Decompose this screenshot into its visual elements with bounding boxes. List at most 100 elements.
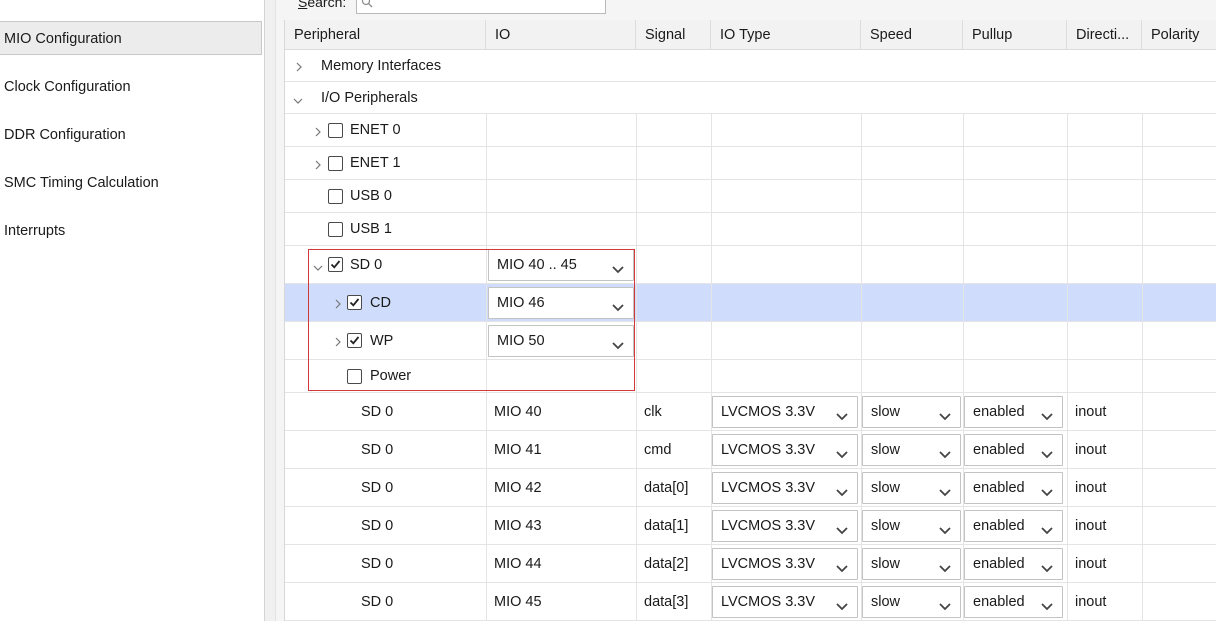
table-row[interactable]: SD 0 MIO 41 cmd LVCMOS 3.3V slow enabled inout — [285, 431, 1216, 469]
peripheral-row-cd[interactable]: CD MIO 46 — [285, 284, 1216, 322]
pin-peripheral: SD 0 — [361, 442, 394, 458]
speed-dropdown[interactable]: slow — [862, 510, 961, 542]
chevron-down-icon — [939, 446, 951, 462]
sd0-io-dropdown[interactable]: MIO 40 .. 45 — [488, 249, 634, 281]
nav-ddr-configuration[interactable]: DDR Configuration — [0, 118, 262, 152]
chevron-down-icon[interactable] — [313, 261, 323, 275]
column-divider — [711, 284, 712, 322]
speed-dropdown[interactable]: slow — [862, 434, 961, 466]
chevron-down-icon — [1041, 446, 1053, 462]
table-row[interactable]: SD 0 MIO 44 data[2] LVCMOS 3.3V slow enabled i… — [285, 545, 1216, 583]
column-header-io-type[interactable]: IO Type — [711, 20, 861, 50]
chevron-down-icon — [939, 522, 951, 538]
peripheral-checkbox[interactable] — [328, 155, 343, 171]
pin-io: MIO 40 — [494, 404, 542, 420]
column-divider — [1067, 284, 1068, 322]
nav-clock-configuration[interactable]: Clock Configuration — [0, 70, 262, 104]
column-header-speed[interactable]: Speed — [861, 20, 963, 50]
peripheral-checkbox[interactable] — [328, 221, 343, 237]
wp-io-dropdown[interactable]: MIO 50 — [488, 325, 634, 357]
wp-checkbox[interactable] — [347, 333, 362, 348]
column-header-polarity[interactable]: Polarity — [1142, 20, 1216, 50]
column-divider — [1067, 469, 1068, 507]
group-row-io-peripherals[interactable]: I/O Peripherals — [285, 82, 1216, 114]
pin-signal: clk — [644, 404, 662, 420]
column-divider — [636, 114, 637, 147]
pullup-dropdown[interactable]: enabled — [964, 586, 1063, 618]
chevron-right-icon[interactable] — [334, 298, 342, 312]
search-input[interactable] — [356, 0, 606, 14]
peripheral-name: ENET 0 — [350, 122, 401, 138]
io-type-dropdown[interactable]: LVCMOS 3.3V — [712, 510, 858, 542]
column-divider — [486, 147, 487, 180]
pin-io: MIO 41 — [494, 442, 542, 458]
speed-dropdown[interactable]: slow — [862, 396, 961, 428]
pin-direction: inout — [1075, 442, 1107, 458]
chevron-right-icon[interactable] — [295, 61, 303, 75]
table-row[interactable]: SD 0 MIO 45 data[3] LVCMOS 3.3V slow enabled i… — [285, 583, 1216, 621]
peripheral-name: USB 0 — [350, 188, 392, 204]
io-type-dropdown[interactable]: LVCMOS 3.3V — [712, 396, 858, 428]
pullup-dropdown[interactable]: enabled — [964, 396, 1063, 428]
nav-smc-timing-calculation[interactable]: SMC Timing Calculation — [0, 166, 262, 200]
search-icon — [361, 0, 373, 8]
pullup-dropdown[interactable]: enabled — [964, 548, 1063, 580]
peripheral-row-sd0[interactable]: SD 0 MIO 40 .. 45 — [285, 246, 1216, 284]
table-row[interactable]: SD 0 MIO 42 data[0] LVCMOS 3.3V slow enabled i… — [285, 469, 1216, 507]
io-type-dropdown[interactable]: LVCMOS 3.3V — [712, 548, 858, 580]
column-divider — [711, 114, 712, 147]
column-header-pullup[interactable]: Pullup — [963, 20, 1067, 50]
column-divider — [1142, 284, 1143, 322]
cd-io-dropdown[interactable]: MIO 46 — [488, 287, 634, 319]
peripheral-row-wp[interactable]: WP MIO 50 — [285, 322, 1216, 360]
column-divider — [486, 431, 487, 469]
sd0-checkbox[interactable] — [328, 257, 343, 272]
pullup-dropdown[interactable]: enabled — [964, 472, 1063, 504]
peripheral-row-power[interactable]: Power — [285, 360, 1216, 393]
column-divider — [711, 246, 712, 284]
peripheral-name: USB 1 — [350, 221, 392, 237]
pullup-dropdown[interactable]: enabled — [964, 510, 1063, 542]
pullup-dropdown[interactable]: enabled — [964, 434, 1063, 466]
chevron-down-icon[interactable] — [293, 94, 303, 108]
table-row[interactable]: SD 0 MIO 40 clk LVCMOS 3.3V slow enabled inout — [285, 393, 1216, 431]
column-divider — [963, 213, 964, 246]
column-header-signal[interactable]: Signal — [636, 20, 711, 50]
column-divider — [486, 180, 487, 213]
column-divider — [711, 213, 712, 246]
peripheral-row[interactable]: USB 1 — [285, 213, 1216, 246]
column-header-peripheral[interactable]: Peripheral — [285, 20, 486, 50]
chevron-right-icon[interactable] — [314, 126, 322, 140]
column-header-io[interactable]: IO — [486, 20, 636, 50]
panel-splitter[interactable] — [264, 0, 276, 621]
peripheral-row[interactable]: ENET 0 — [285, 114, 1216, 147]
column-header-direction[interactable]: Directi... — [1067, 20, 1142, 50]
io-type-dropdown[interactable]: LVCMOS 3.3V — [712, 434, 858, 466]
pin-peripheral: SD 0 — [361, 480, 394, 496]
table-row[interactable]: SD 0 MIO 43 data[1] LVCMOS 3.3V slow enabled i… — [285, 507, 1216, 545]
io-type-dropdown[interactable]: LVCMOS 3.3V — [712, 586, 858, 618]
peripheral-name: WP — [370, 333, 394, 349]
power-checkbox[interactable] — [347, 368, 362, 384]
speed-dropdown[interactable]: slow — [862, 472, 961, 504]
chevron-right-icon[interactable] — [314, 159, 322, 173]
column-divider — [636, 393, 637, 431]
peripheral-row[interactable]: USB 0 — [285, 180, 1216, 213]
group-row-memory-interfaces[interactable]: Memory Interfaces — [285, 50, 1216, 82]
speed-dropdown[interactable]: slow — [862, 548, 961, 580]
column-divider — [1142, 583, 1143, 621]
io-type-dropdown[interactable]: LVCMOS 3.3V — [712, 472, 858, 504]
peripheral-checkbox[interactable] — [328, 188, 343, 204]
io-type-dropdown-value: LVCMOS 3.3V — [721, 442, 816, 458]
pullup-dropdown-value: enabled — [973, 594, 1025, 610]
chevron-right-icon[interactable] — [334, 336, 342, 350]
peripheral-checkbox[interactable] — [328, 122, 343, 138]
cd-checkbox[interactable] — [347, 295, 362, 310]
chevron-down-icon — [836, 484, 848, 500]
column-divider — [711, 360, 712, 393]
speed-dropdown[interactable]: slow — [862, 586, 961, 618]
nav-mio-configuration[interactable]: MIO Configuration — [0, 21, 262, 55]
nav-interrupts[interactable]: Interrupts — [0, 214, 262, 248]
column-divider — [486, 246, 487, 284]
peripheral-row[interactable]: ENET 1 — [285, 147, 1216, 180]
